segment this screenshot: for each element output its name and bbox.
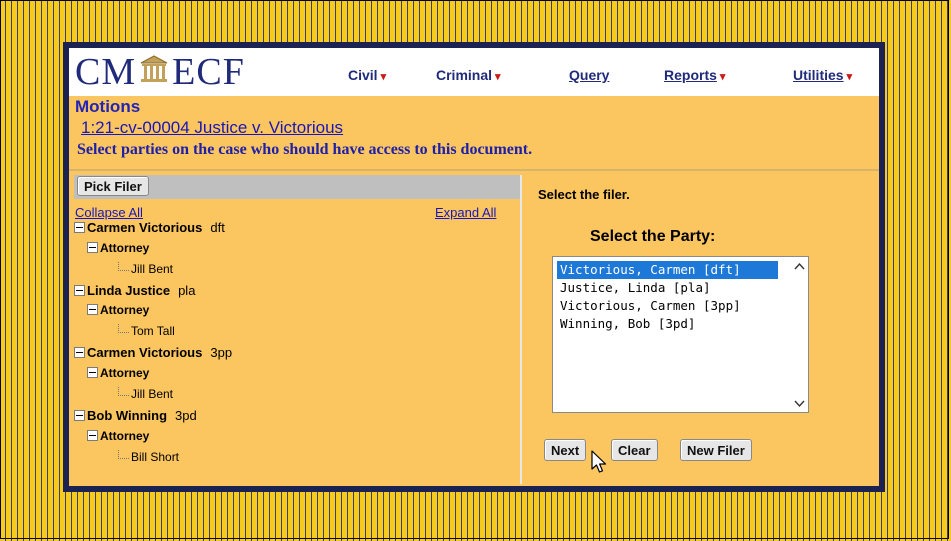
logo-text-cm: CM [75, 51, 137, 93]
divider [69, 169, 879, 171]
tree-connector [118, 262, 129, 271]
tree-connector [118, 387, 129, 396]
dropdown-caret-icon: ▾ [719, 71, 726, 83]
tree-connector [118, 324, 129, 333]
tree-party-node[interactable]: Carmen Victorious 3pp [74, 345, 232, 360]
collapse-icon[interactable] [74, 285, 85, 297]
attorney-group-label: Attorney [100, 303, 150, 317]
party-option[interactable]: Victorious, Carmen [dft] [557, 261, 778, 279]
case-link[interactable]: 1:21-cv-00004 Justice v. Victorious [81, 118, 343, 138]
new-filer-button[interactable]: New Filer [680, 439, 752, 461]
tree-connector [118, 450, 129, 459]
party-name: Bob Winning [87, 408, 168, 423]
expand-all-link[interactable]: Expand All [435, 205, 496, 220]
collapse-icon[interactable] [87, 304, 98, 316]
tree-toolbar: Pick Filer [74, 175, 520, 199]
courthouse-icon [139, 50, 169, 94]
tree-attorney-leaf[interactable]: Jill Bent [118, 387, 173, 401]
party-tree-pane: Pick Filer Collapse All Expand All Carme… [74, 175, 522, 484]
tree-attorney-group[interactable]: Attorney [87, 366, 149, 380]
logo-text-ecf: ECF [172, 51, 245, 93]
collapse-icon[interactable] [87, 367, 98, 379]
party-role: dft [210, 220, 225, 235]
attorney-group-label: Attorney [100, 366, 150, 380]
collapse-all-link[interactable]: Collapse All [75, 205, 143, 220]
cmecf-logo: CM ECF [75, 50, 245, 94]
tree-party-node[interactable]: Bob Winning 3pd [74, 408, 197, 423]
attorney-name: Jill Bent [131, 262, 174, 276]
menu-civil[interactable]: Civil ▾ [348, 67, 386, 83]
collapse-icon[interactable] [74, 347, 85, 359]
next-button[interactable]: Next [544, 439, 587, 461]
menu-reports[interactable]: Reports ▾ [664, 67, 725, 83]
pick-filer-button[interactable]: Pick Filer [77, 176, 149, 196]
party-name: Carmen Victorious [87, 345, 203, 360]
attorney-group-label: Attorney [100, 241, 150, 255]
page-title: Motions [75, 97, 141, 116]
attorney-name: Jill Bent [131, 387, 174, 401]
dropdown-caret-icon: ▾ [495, 71, 501, 83]
tree-attorney-group[interactable]: Attorney [87, 303, 149, 317]
tree-attorney-group[interactable]: Attorney [87, 241, 149, 255]
party-role: 3pd [175, 408, 197, 423]
menu-utilities[interactable]: Utilities ▾ [793, 67, 852, 83]
tree-attorney-leaf[interactable]: Jill Bent [118, 262, 173, 276]
collapse-icon[interactable] [74, 222, 85, 234]
tree-attorney-group[interactable]: Attorney [87, 429, 149, 443]
menu-criminal[interactable]: Criminal ▾ [436, 67, 501, 83]
select-filer-label: Select the filer. [538, 187, 630, 202]
collapse-icon[interactable] [87, 430, 98, 442]
tree-party-node[interactable]: Linda Justice pla [74, 283, 195, 298]
clear-button[interactable]: Clear [611, 439, 658, 461]
dropdown-caret-icon: ▾ [380, 71, 387, 83]
attorney-name: Bill Short [131, 450, 180, 464]
collapse-icon[interactable] [87, 242, 98, 254]
scroll-down-arrow-icon [794, 400, 805, 408]
tree-attorney-leaf[interactable]: Tom Tall [118, 324, 175, 338]
tree-party-node[interactable]: Carmen Victorious dft [74, 220, 225, 235]
party-option[interactable]: Victorious, Carmen [3pp] [557, 297, 741, 315]
dropdown-caret-icon: ▾ [846, 71, 853, 83]
mouse-pointer-icon [591, 450, 607, 473]
menu-query-label: Query [569, 67, 610, 83]
menu-utilities-label: Utilities [793, 67, 844, 83]
attorney-group-label: Attorney [100, 429, 150, 443]
tree-attorney-leaf[interactable]: Bill Short [118, 450, 179, 464]
attorney-name: Tom Tall [131, 324, 175, 338]
main-panel: CM ECF Civil ▾ Criminal ▾ Query Reports ▾ U… [63, 42, 885, 492]
top-menu-bar: CM ECF Civil ▾ Criminal ▾ Query Reports ▾ U… [69, 48, 879, 96]
party-role: pla [178, 283, 196, 298]
collapse-icon[interactable] [74, 410, 85, 422]
party-name: Linda Justice [87, 283, 171, 298]
menu-civil-label: Civil [348, 67, 378, 83]
party-option[interactable]: Winning, Bob [3pd] [557, 315, 695, 333]
scroll-up-arrow-icon [794, 262, 805, 270]
party-role: 3pp [210, 345, 233, 360]
menu-reports-label: Reports [664, 67, 717, 83]
party-option[interactable]: Justice, Linda [pla] [557, 279, 711, 297]
party-name: Carmen Victorious [87, 220, 203, 235]
listbox-scrollbar[interactable] [791, 257, 808, 412]
select-party-heading: Select the Party: [590, 228, 716, 245]
party-listbox[interactable]: Victorious, Carmen [dft] Justice, Linda … [552, 256, 809, 413]
page-instruction: Select parties on the case who should ha… [77, 141, 533, 158]
menu-query[interactable]: Query [569, 67, 609, 83]
party-select-pane: Select the filer. Select the Party: Vict… [526, 175, 874, 484]
menu-criminal-label: Criminal [436, 67, 493, 83]
